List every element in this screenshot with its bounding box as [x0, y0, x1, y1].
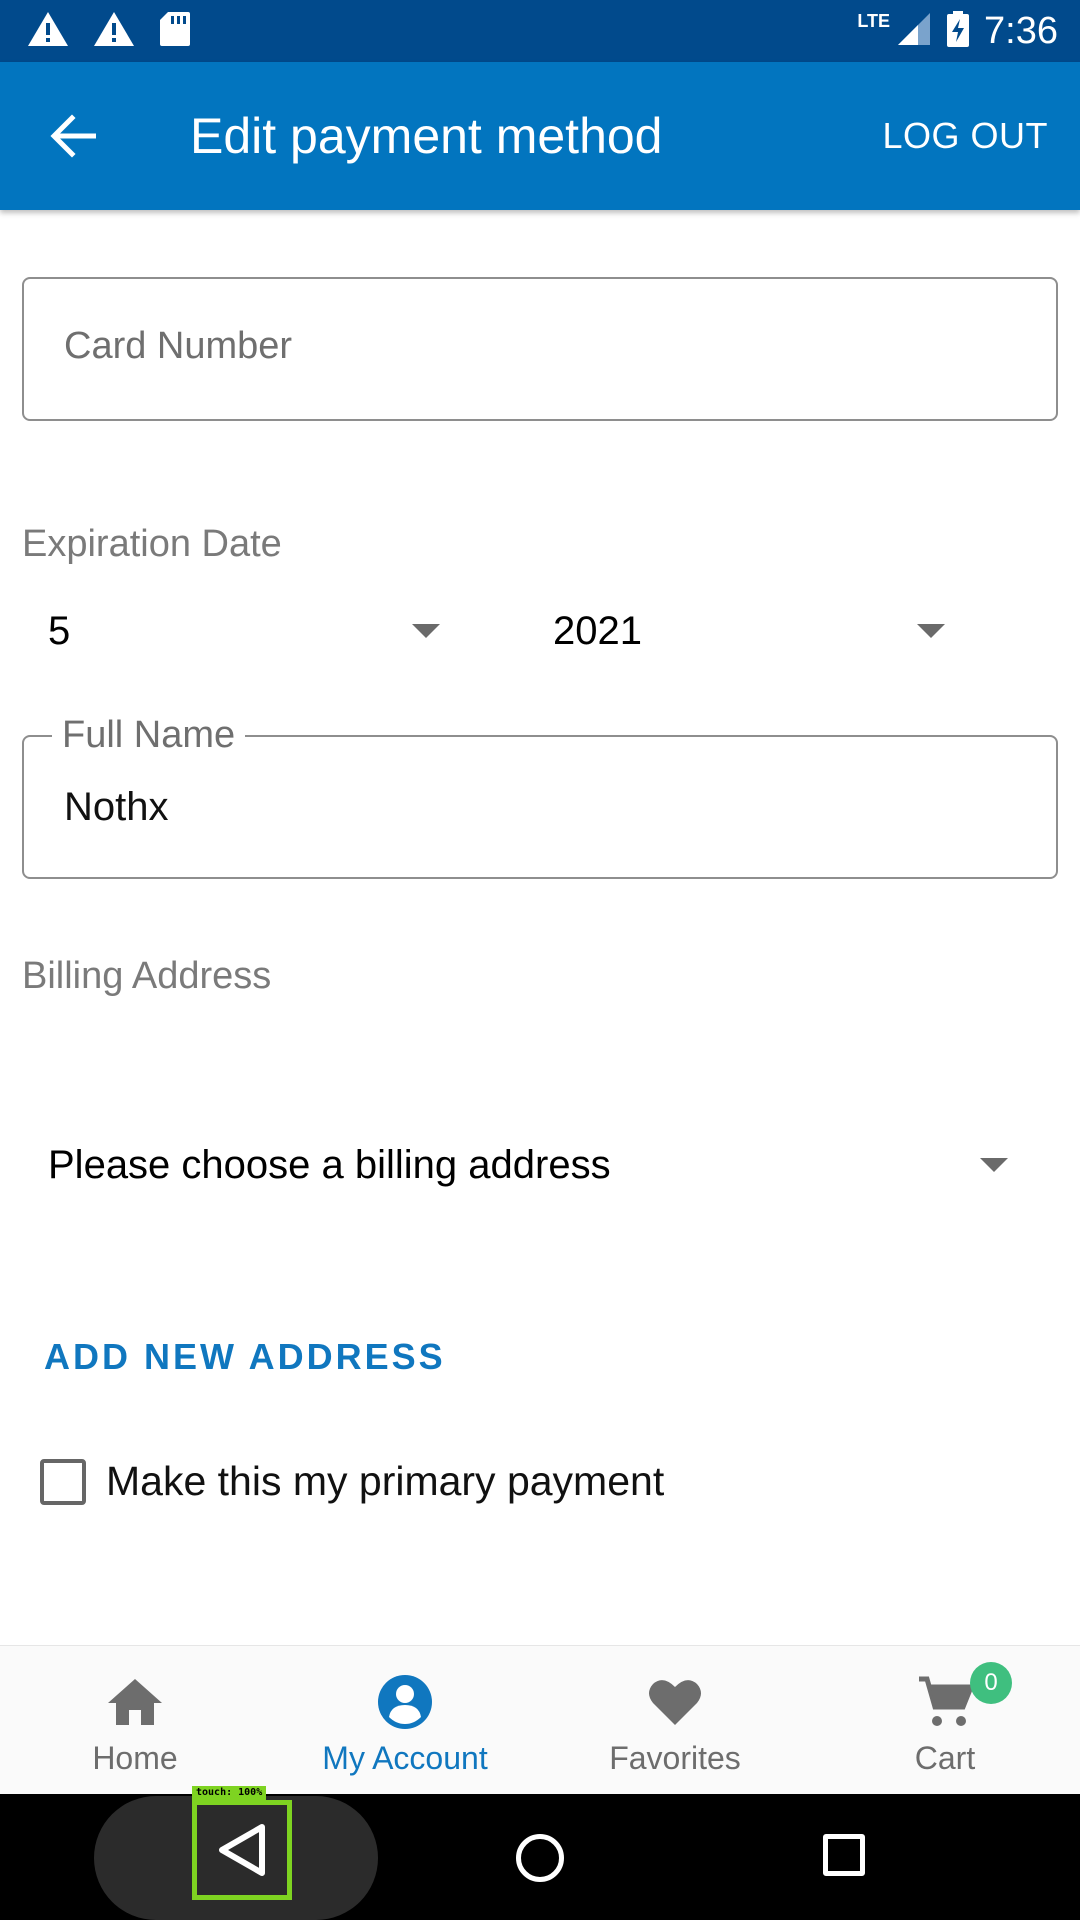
expiration-year-value: 2021	[553, 608, 642, 653]
status-bar: LTE 7:36	[0, 0, 1080, 62]
full-name-value: Nothx	[64, 785, 169, 829]
expiration-date-label: Expiration Date	[22, 523, 282, 565]
nav-label-favorites: Favorites	[609, 1740, 741, 1776]
logout-button[interactable]: LOG OUT	[882, 114, 1048, 158]
triangle-back-icon	[219, 1824, 265, 1876]
card-number-placeholder: Card Number	[64, 325, 293, 367]
system-home-button[interactable]	[516, 1834, 564, 1882]
warning-icon	[26, 10, 70, 52]
signal-icon	[896, 11, 932, 51]
nav-item-cart[interactable]: Cart 0	[810, 1646, 1080, 1795]
touch-indicator-label: touch: 100%	[192, 1786, 267, 1800]
cart-icon	[915, 1674, 975, 1730]
nav-item-my-account[interactable]: My Account	[270, 1646, 540, 1795]
arrow-back-icon[interactable]	[44, 106, 104, 166]
nav-label-my-account: My Account	[322, 1740, 488, 1776]
billing-address-select[interactable]: Please choose a billing address	[48, 1130, 1008, 1200]
cart-count-badge: 0	[970, 1662, 1012, 1704]
expiration-year-select[interactable]: 2021	[553, 596, 953, 666]
chevron-down-icon	[917, 624, 945, 638]
status-right-icons: LTE 7:36	[857, 10, 1058, 53]
app-bar: Edit payment method LOG OUT	[0, 62, 1080, 210]
status-time: 7:36	[984, 9, 1058, 52]
system-back-button[interactable]	[192, 1800, 292, 1900]
primary-payment-checkbox[interactable]	[40, 1458, 86, 1505]
nav-item-favorites[interactable]: Favorites	[540, 1646, 810, 1795]
add-new-address-button[interactable]: ADD NEW ADDRESS	[44, 1336, 446, 1378]
home-icon	[105, 1674, 165, 1730]
full-name-field[interactable]: Full Name Nothx	[22, 711, 1058, 879]
billing-address-label: Billing Address	[22, 955, 272, 997]
sd-card-icon	[158, 10, 192, 52]
primary-payment-label: Make this my primary payment	[106, 1458, 665, 1504]
billing-address-value: Please choose a billing address	[48, 1142, 611, 1187]
expiration-month-value: 5	[48, 608, 71, 653]
chevron-down-icon	[412, 624, 440, 638]
network-type-label: LTE	[857, 10, 891, 31]
system-recents-button[interactable]	[823, 1834, 865, 1876]
page-title: Edit payment method	[190, 108, 663, 164]
nav-label-cart: Cart	[914, 1740, 976, 1776]
bottom-navigation: Home My Account Favorites Cart 0	[0, 1645, 1080, 1794]
chevron-down-icon	[980, 1158, 1008, 1172]
heart-icon	[645, 1674, 705, 1730]
battery-charging-icon	[946, 10, 970, 52]
expiration-month-select[interactable]: 5	[48, 596, 448, 666]
account-icon	[375, 1674, 435, 1730]
system-navigation-bar: touch: 100%	[0, 1786, 1080, 1920]
nav-label-home: Home	[92, 1740, 178, 1776]
warning-icon	[92, 10, 136, 52]
full-name-label: Full Name	[52, 711, 246, 759]
nav-item-home[interactable]: Home	[0, 1646, 270, 1795]
card-number-field[interactable]: Card Number	[22, 277, 1058, 421]
primary-payment-row[interactable]: Make this my primary payment	[40, 1458, 664, 1505]
status-left-icons	[26, 10, 192, 52]
